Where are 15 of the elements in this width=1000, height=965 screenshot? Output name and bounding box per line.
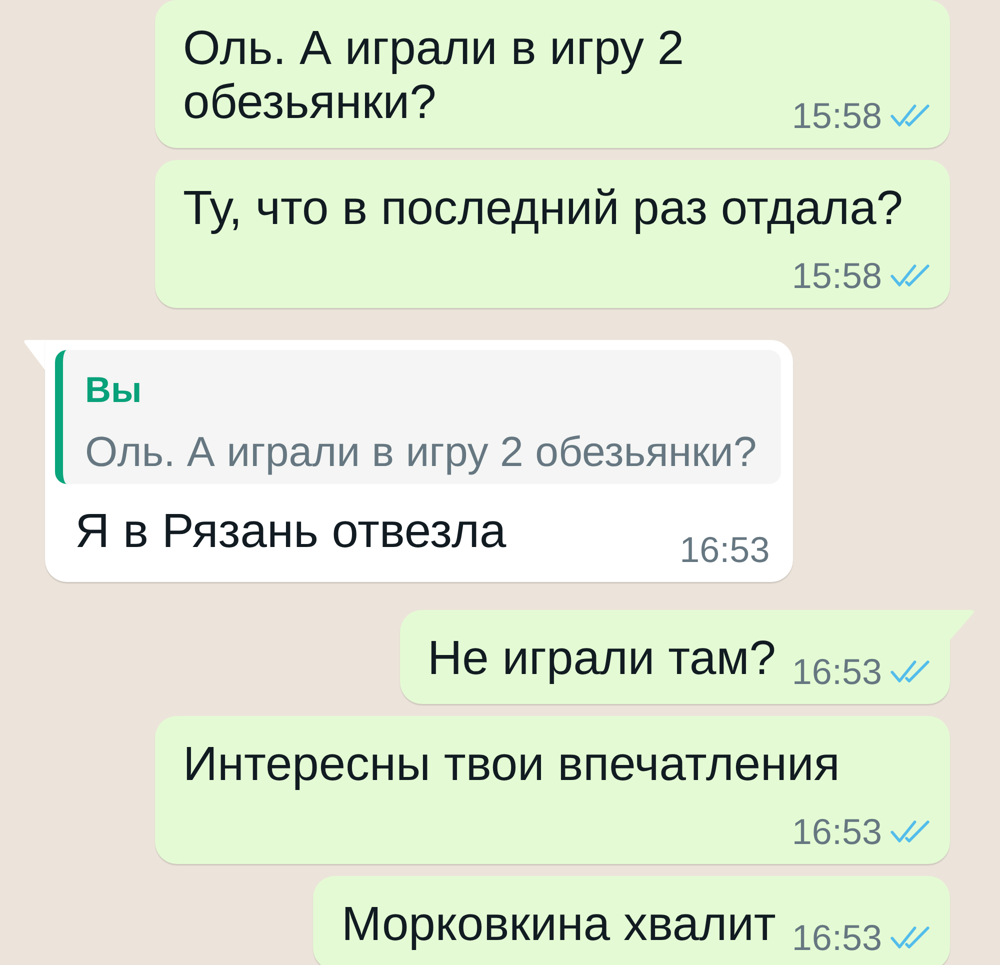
message-text: Оль. А играли в игру 2 обезьянки?: [183, 22, 684, 129]
message-time: 15:58: [792, 256, 882, 296]
message-time: 16:53: [792, 918, 882, 958]
message-time: 15:58: [792, 96, 882, 136]
message-text: Морковкина хвалит: [341, 898, 776, 951]
quote-author: Вы: [85, 369, 142, 411]
message-time: 16:53: [680, 530, 770, 570]
quote-text: Оль. А играли в игру 2 обезьянки?: [85, 428, 757, 476]
message-text: Я в Рязань отвезла: [75, 505, 506, 558]
message-text: Интересны твои впечатления: [183, 738, 840, 791]
message-time: 16:53: [792, 652, 882, 692]
message-text: Ту, что в последний раз отдала?: [183, 182, 903, 235]
message-text: Не играли там?: [428, 632, 776, 685]
message-time: 16:53: [792, 812, 882, 852]
quoted-message[interactable]: Вы Оль. А играли в игру 2 обезьянки?: [55, 350, 781, 484]
